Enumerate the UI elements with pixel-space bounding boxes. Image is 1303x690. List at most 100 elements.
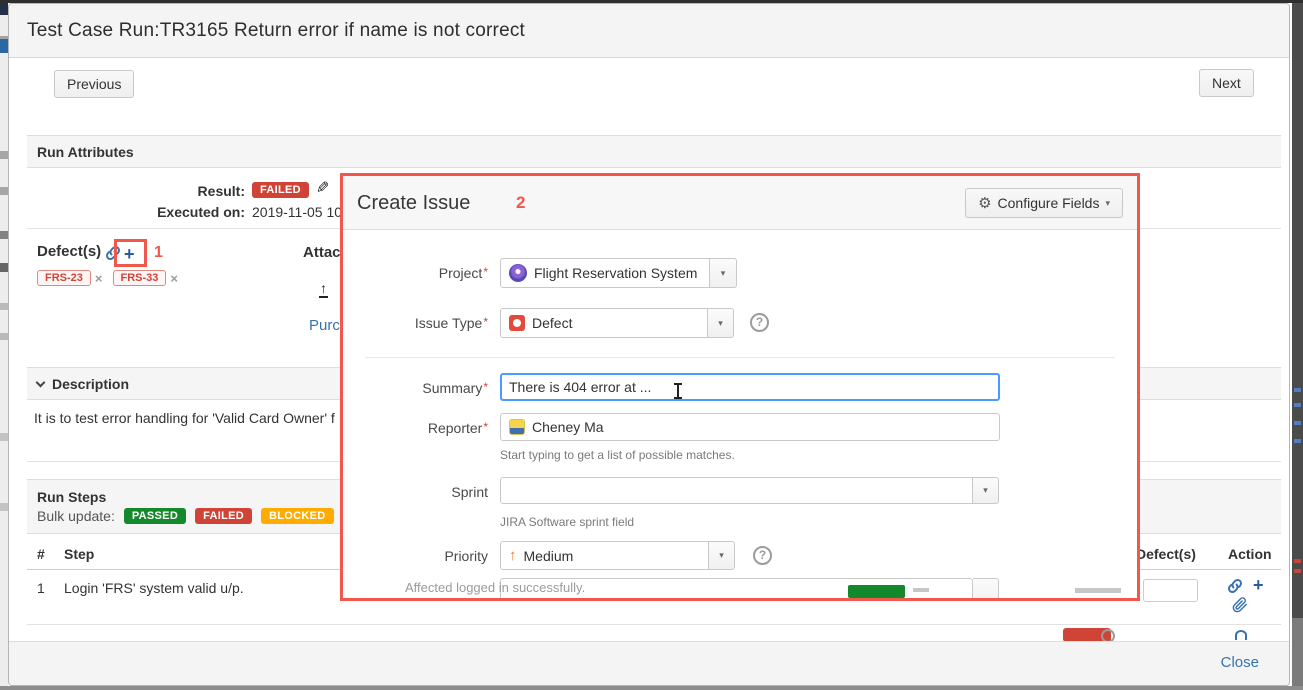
right-edge-fragment — [1294, 421, 1301, 425]
remove-tag-icon[interactable]: × — [170, 271, 178, 286]
bulk-passed-button[interactable]: PASSED — [124, 508, 186, 524]
reporter-label: Reporter* — [343, 420, 488, 436]
annotation-1: 1 — [154, 244, 163, 262]
edit-result-pencil-icon[interactable]: ✎ — [316, 178, 329, 198]
defect-tag[interactable]: FRS-33 — [113, 270, 167, 286]
column-header-action: Action — [1228, 546, 1272, 562]
step-row-text: Login 'FRS' system valid u/p. — [64, 580, 244, 596]
issue-type-value: Defect — [532, 315, 572, 331]
help-icon[interactable]: ? — [750, 313, 769, 332]
attachment-paperclip-icon[interactable] — [1232, 596, 1248, 614]
left-edge-fragment — [0, 263, 8, 272]
page-title: Test Case Run:TR3165 Return error if nam… — [9, 4, 1289, 58]
chevron-down-icon: ▾ — [721, 268, 726, 279]
left-edge-fragment — [0, 231, 8, 239]
dialog-titlebar: Test Case Run:TR3165 Return error if nam… — [9, 4, 1289, 58]
divider — [365, 357, 1115, 358]
right-edge-fragment — [1294, 388, 1301, 392]
left-edge-fragment — [0, 333, 8, 340]
bulk-update-row: Bulk update: PASSED FAILED BLOCKED NO — [37, 508, 373, 524]
run-steps-title: Run Steps — [37, 489, 106, 505]
issue-type-select[interactable]: Defect — [500, 308, 708, 338]
right-edge-fragment — [1294, 439, 1301, 443]
defect-type-icon — [509, 315, 525, 331]
next-button[interactable]: Next — [1199, 69, 1254, 97]
add-defect-button[interactable]: + — [124, 245, 135, 263]
priority-label: Priority — [343, 548, 488, 564]
project-value: Flight Reservation System (F… — [534, 265, 701, 281]
priority-dropdown-button[interactable]: ▾ — [709, 541, 735, 570]
add-defect-button[interactable]: + — [1253, 576, 1264, 594]
close-link[interactable]: Close — [1221, 654, 1259, 671]
link-defect-icon[interactable] — [1226, 577, 1244, 595]
passed-badge-fragment — [848, 585, 905, 598]
configure-fields-label: Configure Fields — [998, 195, 1100, 211]
user-avatar — [509, 419, 525, 435]
priority-select[interactable]: ↑ Medium — [500, 541, 709, 570]
right-edge-fragment — [1294, 569, 1301, 573]
create-issue-header: Create Issue 2 ⚙ Configure Fields ▾ — [343, 176, 1137, 230]
annotation-box-1: + — [114, 239, 147, 267]
select-fragment — [1143, 579, 1198, 602]
reporter-value: Cheney Ma — [532, 419, 604, 435]
page-bottom-edge — [0, 686, 1303, 690]
project-dropdown-button[interactable]: ▾ — [710, 258, 737, 288]
required-asterisk: * — [483, 420, 488, 434]
left-edge-fragment — [0, 187, 8, 195]
reporter-input[interactable]: Cheney Ma — [500, 413, 1000, 441]
attachments-label-fragment: Attac — [303, 244, 341, 261]
project-avatar-icon — [509, 264, 527, 282]
sprint-label: Sprint — [343, 484, 488, 500]
right-edge-fragment — [1292, 618, 1303, 686]
right-edge-fragment — [1294, 559, 1301, 563]
description-title: Description — [52, 376, 129, 392]
help-icon[interactable]: ? — [753, 546, 772, 565]
annotation-2: 2 — [516, 193, 525, 213]
required-asterisk: * — [483, 315, 488, 329]
reporter-label-text: Reporter — [428, 420, 482, 436]
configure-fields-button[interactable]: ⚙ Configure Fields ▾ — [965, 188, 1123, 218]
defects-label: Defect(s) — [37, 243, 101, 260]
bulk-blocked-button[interactable]: BLOCKED — [261, 508, 334, 524]
divider — [27, 624, 1281, 625]
chevron-down-icon: ▾ — [718, 318, 723, 329]
sprint-dropdown-button[interactable]: ▾ — [973, 477, 999, 504]
priority-value: Medium — [524, 548, 574, 564]
left-edge-fragment — [0, 303, 8, 310]
defect-tag[interactable]: FRS-23 — [37, 270, 91, 286]
dialog-footer: Close — [9, 641, 1289, 686]
text-cursor — [677, 384, 679, 398]
required-asterisk: * — [483, 265, 488, 279]
run-attributes-title: Run Attributes — [37, 144, 134, 160]
column-header-num: # — [37, 546, 45, 562]
chevron-down-icon: ▾ — [1105, 198, 1110, 209]
remove-tag-icon[interactable]: × — [95, 271, 103, 286]
next-field-dropdown-fragment — [973, 578, 999, 601]
chevron-down-icon: ▾ — [719, 550, 724, 561]
summary-input[interactable] — [500, 373, 1000, 401]
result-status-badge: FAILED — [252, 182, 309, 198]
previous-button[interactable]: Previous — [54, 70, 134, 98]
step-row-num: 1 — [37, 580, 45, 596]
bulk-failed-button[interactable]: FAILED — [195, 508, 252, 524]
run-attributes-header: Run Attributes — [27, 135, 1281, 168]
purchase-link-fragment[interactable]: Purc — [309, 317, 340, 334]
left-edge-fragment — [0, 3, 8, 15]
summary-label-text: Summary — [422, 380, 482, 396]
project-select[interactable]: Flight Reservation System (F… — [500, 258, 710, 288]
screen: Test Case Run:TR3165 Return error if nam… — [0, 0, 1303, 690]
upload-icon[interactable]: ↑ — [319, 281, 328, 298]
create-issue-modal: Create Issue 2 ⚙ Configure Fields ▾ Proj… — [340, 173, 1140, 601]
left-edge-fragment — [0, 433, 8, 441]
sprint-label-text: Sprint — [451, 484, 488, 500]
result-label: Result: — [99, 183, 245, 199]
left-edge-fragment — [0, 503, 8, 511]
issue-type-dropdown-button[interactable]: ▾ — [708, 308, 734, 338]
executed-on-label: Executed on: — [99, 204, 245, 220]
project-label: Project* — [343, 265, 488, 281]
column-header-defects: Defect(s) — [1136, 546, 1196, 562]
issue-type-label: Issue Type* — [343, 315, 488, 331]
reporter-help-text: Start typing to get a list of possible m… — [500, 448, 735, 462]
icon-fragment — [1235, 630, 1247, 640]
sprint-input[interactable] — [500, 477, 973, 504]
